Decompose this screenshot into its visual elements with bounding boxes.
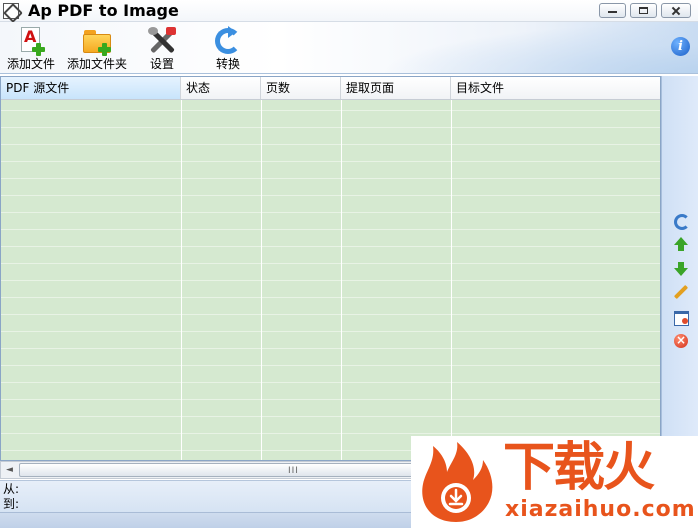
column-divider bbox=[451, 100, 452, 460]
minimize-button[interactable] bbox=[599, 3, 626, 18]
convert-icon bbox=[213, 26, 243, 56]
watermark-domain: xiazaihuo.com bbox=[505, 497, 696, 522]
to-value bbox=[22, 497, 402, 512]
edit-icon[interactable] bbox=[673, 285, 689, 301]
pdf-add-icon: A bbox=[16, 26, 46, 56]
maximize-icon bbox=[639, 7, 648, 14]
watermark-brand: 下载火 bbox=[503, 438, 655, 498]
app-icon[interactable] bbox=[3, 3, 19, 19]
scroll-left-icon[interactable]: ◄ bbox=[1, 462, 18, 478]
to-label: 到: bbox=[3, 497, 20, 511]
column-divider bbox=[181, 100, 182, 460]
convert-button[interactable]: 转换 bbox=[208, 26, 248, 72]
add-file-button[interactable]: A 添加文件 bbox=[6, 26, 56, 72]
file-list[interactable]: PDF 源文件 状态 页数 提取页面 目标文件 bbox=[0, 76, 661, 461]
column-divider bbox=[341, 100, 342, 460]
delete-icon[interactable] bbox=[673, 333, 689, 349]
settings-button[interactable]: 设置 bbox=[142, 26, 182, 72]
side-action-panel bbox=[661, 76, 698, 481]
watermark: 下载火 xiazaihuo.com bbox=[411, 436, 698, 528]
settings-icon bbox=[147, 26, 177, 56]
add-folder-label: 添加文件夹 bbox=[66, 57, 127, 71]
column-header-extract-pages[interactable]: 提取页面 bbox=[341, 77, 451, 99]
close-icon bbox=[671, 7, 680, 14]
add-file-label: 添加文件 bbox=[6, 57, 55, 71]
maximize-button[interactable] bbox=[630, 3, 657, 18]
window-icon[interactable] bbox=[673, 309, 689, 326]
flame-logo-icon bbox=[422, 442, 493, 522]
window-title: Ap PDF to Image bbox=[28, 1, 179, 20]
from-value bbox=[22, 482, 402, 497]
toolbar-background bbox=[380, 22, 698, 73]
folder-add-icon bbox=[82, 26, 112, 56]
info-icon[interactable]: i bbox=[671, 37, 690, 56]
title-bar: Ap PDF to Image bbox=[0, 0, 698, 22]
refresh-icon[interactable] bbox=[673, 213, 690, 230]
list-body[interactable] bbox=[1, 100, 660, 460]
scrollbar-grip: III bbox=[288, 466, 299, 476]
move-up-icon[interactable] bbox=[673, 237, 689, 253]
column-header-target-file[interactable]: 目标文件 bbox=[451, 77, 660, 99]
minimize-icon bbox=[608, 7, 617, 13]
list-header: PDF 源文件 状态 页数 提取页面 目标文件 bbox=[1, 77, 660, 100]
move-down-icon[interactable] bbox=[673, 261, 689, 277]
column-divider bbox=[261, 100, 262, 460]
settings-label: 设置 bbox=[149, 57, 174, 71]
column-header-pages[interactable]: 页数 bbox=[261, 77, 341, 99]
close-button[interactable] bbox=[661, 3, 691, 18]
toolbar: A 添加文件 添加文件夹 设置 转换 bbox=[0, 22, 698, 74]
from-label: 从: bbox=[3, 482, 20, 496]
add-folder-button[interactable]: 添加文件夹 bbox=[66, 26, 128, 72]
column-header-status[interactable]: 状态 bbox=[181, 77, 261, 99]
convert-label: 转换 bbox=[215, 57, 240, 71]
column-header-pdf-source[interactable]: PDF 源文件 bbox=[1, 77, 181, 99]
